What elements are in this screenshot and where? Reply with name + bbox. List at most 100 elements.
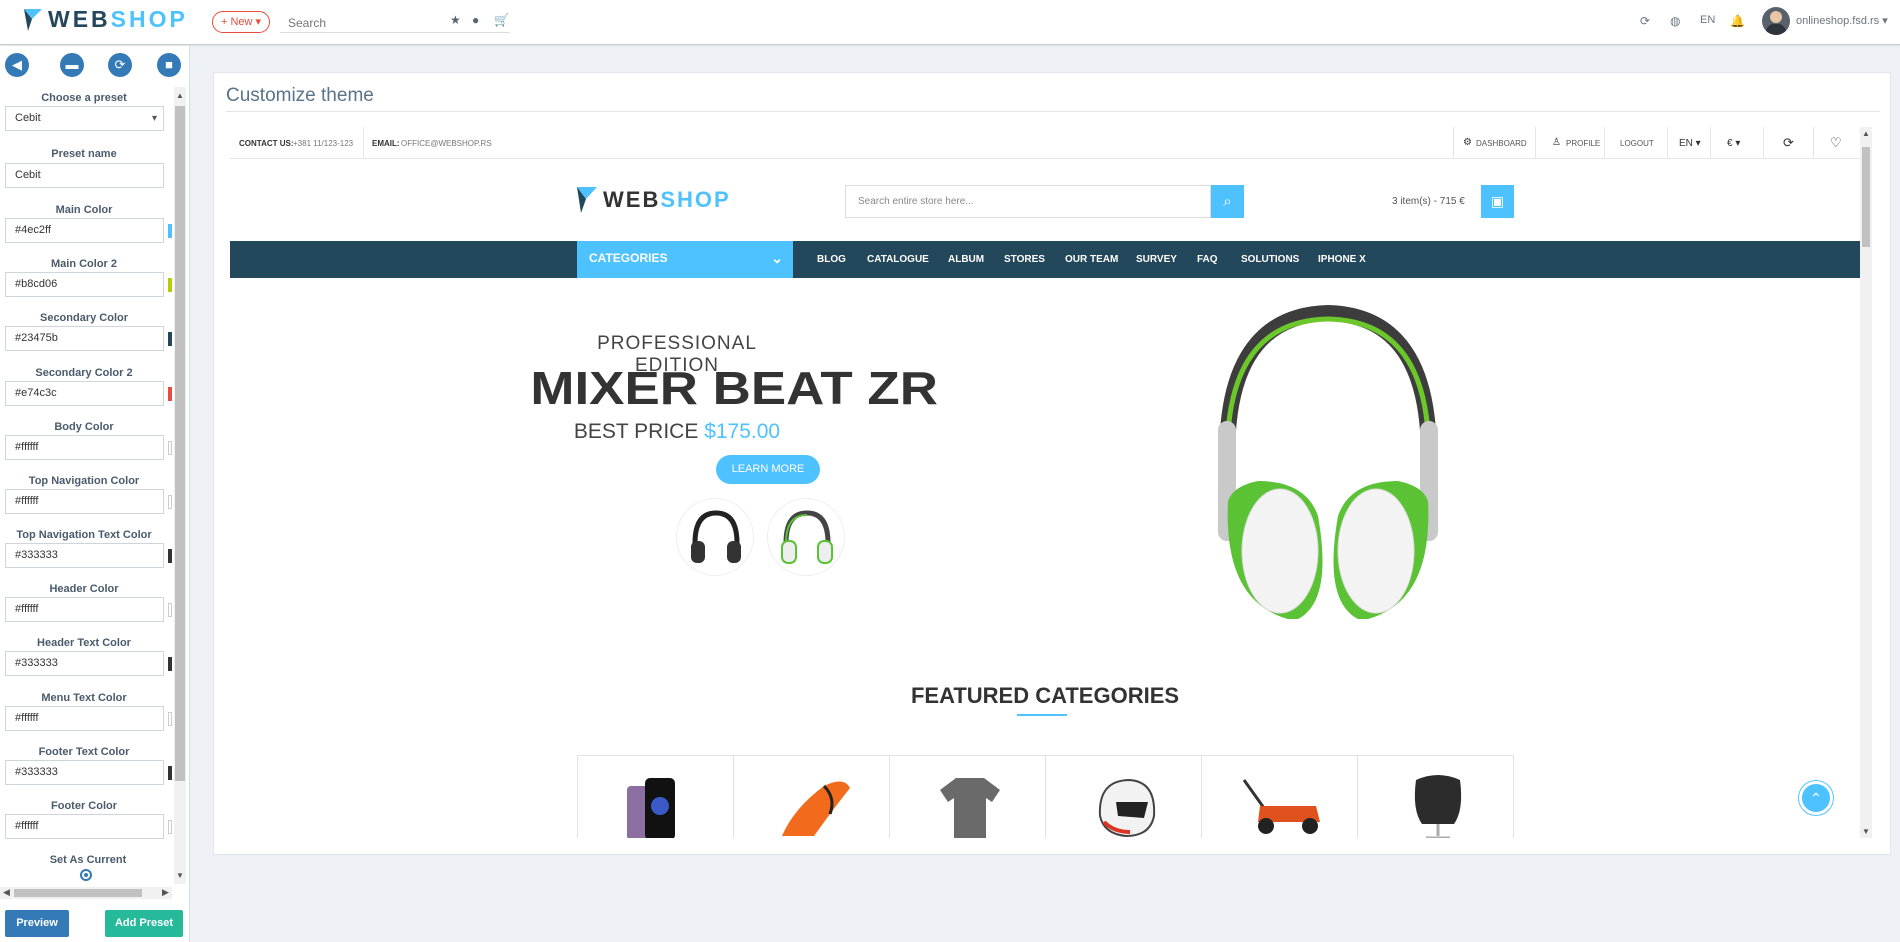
body-color-input[interactable]: #ffffff [5, 435, 164, 460]
headphones-icon [781, 510, 833, 564]
preview-button[interactable]: Preview [5, 910, 69, 937]
featured-categories-grid [577, 755, 1514, 838]
color-swatch[interactable] [168, 657, 172, 671]
nav-survey[interactable]: SURVEY [1136, 254, 1177, 265]
chair-icon [1414, 775, 1462, 838]
currency-dropdown[interactable]: € ▾ [1727, 138, 1740, 149]
field-label: Body Color [54, 421, 114, 433]
color-swatch[interactable] [168, 712, 172, 726]
profile-link[interactable]: PROFILE [1566, 139, 1600, 148]
panel-scrollbar[interactable]: ▲ ▼ [174, 87, 186, 884]
avatar[interactable] [1762, 7, 1790, 35]
save-button[interactable]: ■ [157, 53, 181, 77]
category-tile[interactable] [1202, 756, 1358, 838]
scroll-right-icon[interactable]: ▶ [162, 887, 169, 898]
store-search-input[interactable]: Search entire store here... [845, 185, 1211, 218]
hero-title: MIXER BEAT ZR [530, 361, 938, 415]
nav-iphone-x[interactable]: IPHONE X [1318, 254, 1366, 265]
secondary-color-input[interactable]: #23475b [5, 326, 164, 351]
dashboard-link[interactable]: DASHBOARD [1476, 139, 1527, 148]
language-dropdown[interactable]: EN ▾ [1679, 138, 1701, 149]
search-button[interactable]: ⌕ [1211, 185, 1244, 218]
heart-icon[interactable]: ♡ [1830, 135, 1842, 151]
hero-title-text: MIXER BEAT ZR [530, 362, 938, 414]
scroll-down-icon[interactable]: ▼ [176, 871, 184, 880]
menu-text-color-input[interactable]: #ffffff [5, 706, 164, 731]
footer-color-input[interactable]: #ffffff [5, 814, 164, 839]
category-tile[interactable] [1358, 756, 1513, 838]
set-current-radio[interactable] [80, 869, 92, 881]
sync-icon[interactable]: ⟳ [1640, 14, 1650, 28]
scroll-down-icon[interactable]: ▼ [1862, 827, 1870, 836]
back-button[interactable]: ◀ [5, 53, 29, 77]
nav-blog[interactable]: BLOG [817, 254, 846, 265]
color-swatch[interactable] [168, 332, 172, 346]
delete-button[interactable]: ▬ [60, 53, 84, 77]
nav-solutions[interactable]: SOLUTIONS [1241, 254, 1299, 265]
color-swatch[interactable] [168, 441, 172, 455]
nav-album[interactable]: ALBUM [948, 254, 984, 265]
scroll-thumb[interactable] [1862, 147, 1870, 247]
title-divider [226, 111, 1880, 112]
scroll-thumb[interactable] [14, 889, 142, 897]
cart-summary[interactable]: 3 item(s) - 715 € [1392, 196, 1465, 207]
header-text-color-input[interactable]: #333333 [5, 651, 164, 676]
field-label: Header Color [49, 583, 119, 595]
top-nav-color-input[interactable]: #ffffff [5, 489, 164, 514]
color-swatch[interactable] [168, 820, 172, 834]
star-icon[interactable]: ★ [450, 13, 461, 27]
footer-text-color-input[interactable]: #333333 [5, 760, 164, 785]
categories-dropdown[interactable]: CATEGORIES ⌄ [577, 241, 793, 278]
color-swatch[interactable] [168, 766, 172, 780]
preview-scrollbar[interactable]: ▲ ▼ [1860, 127, 1872, 838]
choose-preset-label: Choose a preset [41, 92, 127, 104]
bell-icon[interactable]: 🔔 [1730, 14, 1745, 28]
hero-thumbnail[interactable] [676, 498, 754, 576]
preview-logo[interactable]: WEB SHOP [575, 185, 731, 215]
main-color-2-input[interactable]: #b8cd06 [5, 272, 164, 297]
nav-stores[interactable]: STORES [1004, 254, 1045, 265]
main-color-input[interactable]: #4ec2ff [5, 218, 164, 243]
scroll-up-icon[interactable]: ▲ [176, 91, 184, 100]
email-value[interactable]: OFFICE@WEBSHOP.RS [401, 139, 492, 148]
color-swatch[interactable] [168, 549, 172, 563]
cart-icon[interactable]: 🛒 [494, 13, 509, 27]
theme-preview-frame[interactable]: CONTACT US: +381 11/123-123 EMAIL: OFFIC… [230, 127, 1870, 838]
logout-link[interactable]: LOGOUT [1620, 139, 1654, 148]
user-menu[interactable]: onlineshop.fsd.rs ▾ [1796, 14, 1888, 27]
scroll-up-icon[interactable]: ▲ [1862, 129, 1870, 138]
category-tile[interactable] [890, 756, 1046, 838]
nav-catalogue[interactable]: CATALOGUE [867, 254, 929, 265]
add-preset-button[interactable]: Add Preset [105, 910, 183, 937]
scroll-left-icon[interactable]: ◀ [3, 887, 10, 898]
refresh-button[interactable]: ⟳ [108, 53, 132, 77]
field-label: Footer Color [51, 800, 117, 812]
nav-faq[interactable]: FAQ [1197, 254, 1218, 265]
nav-our-team[interactable]: OUR TEAM [1065, 254, 1118, 265]
user-icon[interactable]: ● [472, 13, 479, 27]
preset-select[interactable]: Cebit [5, 106, 164, 131]
scroll-top-button[interactable]: ⌃ [1799, 781, 1833, 815]
language-selector[interactable]: EN [1700, 14, 1715, 26]
color-swatch[interactable] [168, 387, 172, 401]
color-swatch[interactable] [168, 603, 172, 617]
category-tile[interactable] [578, 756, 734, 838]
globe-icon[interactable]: ◍ [1670, 14, 1680, 28]
color-swatch[interactable] [168, 278, 172, 292]
scroll-thumb[interactable] [175, 106, 185, 781]
top-nav-text-color-input[interactable]: #333333 [5, 543, 164, 568]
category-tile[interactable] [734, 756, 890, 838]
secondary-color-2-input[interactable]: #e74c3c [5, 381, 164, 406]
app-logo[interactable]: WEB SHOP [22, 6, 188, 33]
category-tile[interactable] [1046, 756, 1202, 838]
panel-hscrollbar[interactable]: ◀ ▶ [0, 887, 172, 899]
new-button[interactable]: + New ▾ [212, 11, 271, 33]
preset-name-input[interactable]: Cebit [5, 163, 164, 188]
color-swatch[interactable] [168, 224, 172, 238]
color-swatch[interactable] [168, 495, 172, 509]
cart-button[interactable]: ▣ [1481, 185, 1514, 218]
learn-more-button[interactable]: LEARN MORE [716, 455, 820, 484]
header-color-input[interactable]: #ffffff [5, 597, 164, 622]
hero-thumbnail[interactable] [767, 498, 845, 576]
compare-icon[interactable]: ⟳ [1783, 135, 1794, 151]
